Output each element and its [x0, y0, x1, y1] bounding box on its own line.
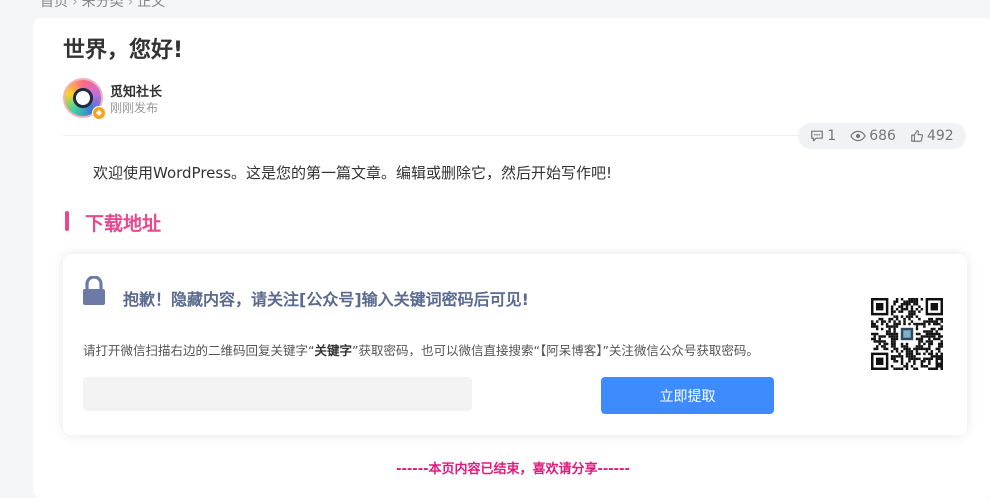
author-name[interactable]: 觅知社长	[110, 81, 162, 100]
avatar[interactable]: ◆	[63, 78, 106, 120]
hidden-content-title: 抱歉！隐藏内容，请关注[公众号]输入关键词密码后可见!	[123, 290, 529, 309]
avatar-center	[73, 88, 93, 108]
breadcrumb-separator: ›	[127, 0, 134, 10]
hint-keyword: 关键字	[314, 343, 352, 358]
hidden-content-box: 抱歉！隐藏内容，请关注[公众号]输入关键词密码后可见! 请打开微信扫描右边的二维…	[63, 254, 967, 435]
breadcrumb-current: 正文	[137, 0, 166, 10]
qr-code-icon[interactable]	[871, 298, 943, 370]
post-card: 世界，您好! ◆ 觅知社长 刚刚发布 1 686 492 欢迎使用WordPre…	[33, 18, 990, 498]
hidden-content-hint: 请打开微信扫描右边的二维码回复关键字“关键字”获取密码，也可以微信直接搜索“【阿…	[83, 340, 759, 359]
hint-text-start: 请打开微信扫描右边的二维码回复关键字“	[83, 343, 315, 358]
view-count-value: 686	[869, 128, 896, 144]
like-button[interactable]: 492	[910, 128, 954, 144]
hint-text-end: ”获取密码，也可以微信直接搜索“【阿呆博客】”关注微信公众号获取密码。	[352, 343, 759, 358]
comment-count-value: 1	[827, 128, 837, 144]
lock-icon	[83, 276, 105, 305]
section-marker	[65, 211, 69, 231]
password-input[interactable]	[83, 377, 472, 411]
thumbs-up-icon	[911, 130, 923, 142]
comment-count[interactable]: 1	[810, 128, 836, 144]
author-block: ◆ 觅知社长 刚刚发布	[63, 78, 483, 122]
post-intro: 欢迎使用WordPress。这是您的第一篇文章。编辑或删除它，然后开始写作吧!	[93, 164, 613, 182]
breadcrumb-separator: ›	[72, 0, 78, 10]
extract-button[interactable]: 立即提取	[601, 377, 774, 414]
breadcrumb-home[interactable]: 首页	[40, 0, 68, 10]
eye-icon	[850, 130, 867, 142]
vip-badge-icon: ◆	[92, 106, 106, 120]
post-time: 刚刚发布	[110, 101, 159, 115]
breadcrumb-category[interactable]: 未分类	[82, 0, 124, 10]
breadcrumb: 首页 › 未分类 › 正文	[40, 0, 165, 11]
view-count: 686	[850, 128, 896, 144]
end-of-content-note: ------本页内容已结束，喜欢请分享------	[396, 462, 630, 477]
comment-icon	[811, 130, 824, 142]
post-stats: 1 686 492	[798, 123, 966, 149]
like-count-value: 492	[926, 128, 954, 144]
download-heading: 下载地址	[85, 213, 162, 235]
post-title: 世界，您好!	[63, 38, 184, 63]
